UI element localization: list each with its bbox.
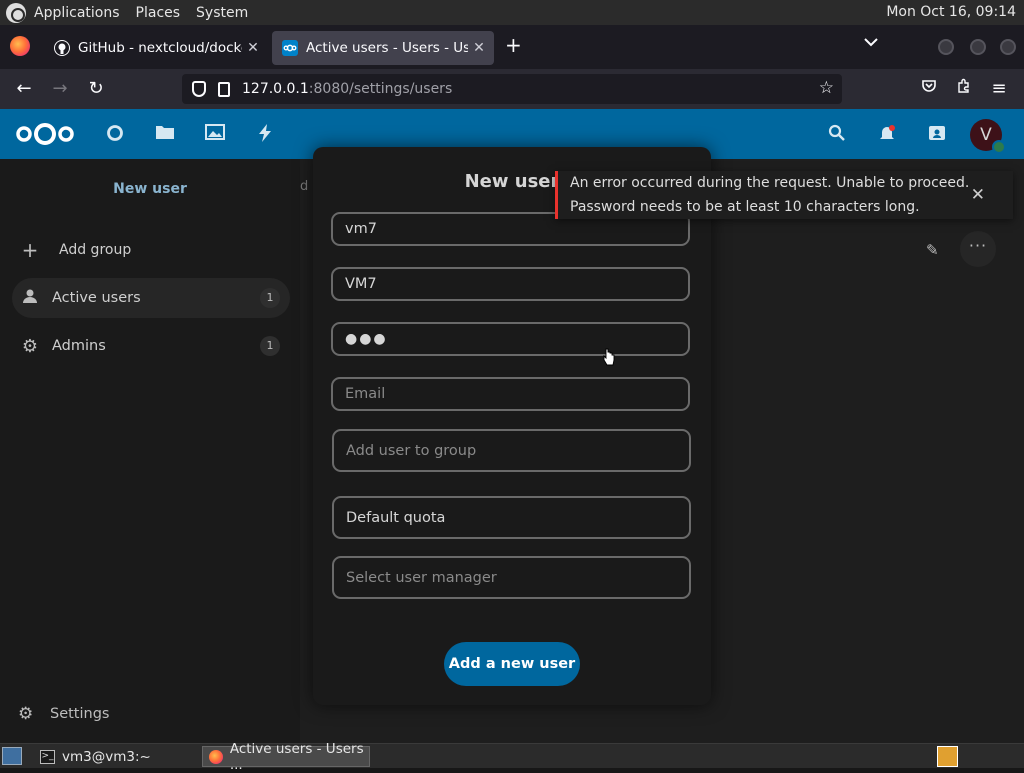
os-logo-icon[interactable] xyxy=(6,2,26,23)
forward-arrow-icon[interactable]: → xyxy=(49,78,71,99)
back-arrow-icon[interactable]: ← xyxy=(13,78,35,99)
password-field[interactable]: ●●● xyxy=(331,322,690,356)
tray-firefox-icon[interactable] xyxy=(937,746,958,767)
email-input[interactable] xyxy=(345,386,688,402)
activity-bolt-icon[interactable] xyxy=(254,124,276,147)
close-window-icon[interactable] xyxy=(1000,39,1016,55)
menu-places[interactable]: Places xyxy=(136,5,181,21)
sidebar-item-label: Active users xyxy=(52,290,141,306)
gear-icon: ⚙ xyxy=(21,335,39,357)
url-text[interactable]: 127.0.0.1:8080/settings/users xyxy=(242,81,452,97)
hand-cursor-icon xyxy=(603,348,615,366)
avatar-initial: V xyxy=(980,125,992,145)
browser-nav-bar: ← → ↻ 127.0.0.1:8080/settings/users ☆ ≡ xyxy=(0,69,1024,109)
sidebar-item-admins[interactable]: ⚙ Admins 1 xyxy=(12,326,290,366)
notifications-bell-icon[interactable] xyxy=(876,124,898,147)
tab-close-icon[interactable]: ✕ xyxy=(242,40,264,56)
taskbar-item-label: vm3@vm3:~ xyxy=(62,748,151,765)
add-group-label: Add group xyxy=(59,242,132,258)
username-input[interactable] xyxy=(345,221,688,237)
settings-label: Settings xyxy=(50,706,110,722)
toast-close-icon[interactable]: ✕ xyxy=(971,183,985,207)
new-user-dialog: New user ●●● Add user to group Default q… xyxy=(313,147,711,705)
github-icon xyxy=(54,40,70,56)
chevron-down-icon[interactable] xyxy=(864,35,878,51)
files-folder-icon[interactable] xyxy=(154,124,176,145)
dashboard-icon[interactable] xyxy=(104,124,126,147)
clock[interactable]: Mon Oct 16, 09:14 xyxy=(886,4,1016,20)
firefox-menu-icon[interactable] xyxy=(10,36,30,56)
toast-message-line-1: An error occurred during the request. Un… xyxy=(570,175,970,191)
sidebar-item-label: Admins xyxy=(52,338,106,354)
user-icon xyxy=(12,288,48,308)
tab-active-users[interactable]: Active users - Users - Users ✕ xyxy=(272,31,494,65)
show-desktop-icon[interactable] xyxy=(2,747,22,765)
new-user-button[interactable]: New user xyxy=(16,171,284,207)
search-icon[interactable] xyxy=(826,124,848,147)
page-info-icon[interactable] xyxy=(218,81,230,97)
toast-message-line-2: Password needs to be at least 10 charact… xyxy=(570,199,920,215)
url-path: :8080/settings/users xyxy=(308,81,453,97)
terminal-icon: >_ xyxy=(40,749,55,764)
gear-icon: ⚙ xyxy=(18,704,34,724)
minimize-window-icon[interactable] xyxy=(938,39,954,55)
plus-icon: + xyxy=(21,238,39,262)
system-panel: Applications Places System Mon Oct 16, 0… xyxy=(0,0,1024,25)
add-group-button[interactable]: + Add group xyxy=(12,230,290,270)
group-select-field[interactable]: Add user to group xyxy=(332,429,691,472)
nextcloud-icon xyxy=(282,40,298,56)
menu-applications[interactable]: Applications xyxy=(34,5,120,21)
column-header-peek: d xyxy=(300,179,309,194)
url-host: 127.0.0.1 xyxy=(242,81,309,97)
bookmark-star-icon[interactable]: ☆ xyxy=(819,78,834,98)
tab-title: Active users - Users - Users xyxy=(306,40,468,56)
add-new-user-button[interactable]: Add a new user xyxy=(444,642,580,686)
error-toast: An error occurred during the request. Un… xyxy=(555,171,1013,219)
firefox-icon xyxy=(209,749,223,764)
taskbar: >_ vm3@vm3:~ Active users - Users ... xyxy=(0,741,1024,773)
password-masked-value: ●●● xyxy=(345,331,388,347)
browser-tab-bar: GitHub - nextcloud/docker: ✕ Active user… xyxy=(0,25,1024,69)
address-bar[interactable]: 127.0.0.1:8080/settings/users ☆ xyxy=(182,74,842,104)
manager-select-placeholder: Select user manager xyxy=(346,569,497,586)
settings-button[interactable]: ⚙ Settings xyxy=(18,704,109,724)
new-tab-icon[interactable]: + xyxy=(505,33,522,57)
display-name-input[interactable] xyxy=(345,276,688,292)
display-name-field[interactable] xyxy=(331,267,690,301)
count-badge: 1 xyxy=(260,336,280,356)
status-online-icon xyxy=(992,140,1006,154)
edit-pencil-icon[interactable]: ✎ xyxy=(926,241,939,259)
manager-select-field[interactable]: Select user manager xyxy=(332,556,691,599)
sidebar-item-active-users[interactable]: Active users 1 xyxy=(12,278,290,318)
nextcloud-logo-icon[interactable] xyxy=(14,121,76,147)
user-avatar[interactable]: V xyxy=(970,119,1006,154)
pocket-icon[interactable] xyxy=(918,78,940,98)
tab-github[interactable]: GitHub - nextcloud/docker: ✕ xyxy=(44,31,268,65)
photos-icon[interactable] xyxy=(204,124,226,145)
hamburger-menu-icon[interactable]: ≡ xyxy=(988,78,1010,99)
menu-system[interactable]: System xyxy=(196,5,248,21)
taskbar-item-firefox[interactable]: Active users - Users ... xyxy=(202,741,370,773)
group-select-placeholder: Add user to group xyxy=(346,442,477,459)
app-navigation: New user + Add group Active users 1 ⚙ Ad… xyxy=(0,159,300,743)
quota-select-value: Default quota xyxy=(346,509,446,526)
contacts-icon[interactable] xyxy=(926,124,948,147)
reload-icon[interactable]: ↻ xyxy=(85,78,107,99)
tracking-shield-icon[interactable] xyxy=(192,81,206,97)
quota-select-field[interactable]: Default quota xyxy=(332,496,691,539)
email-field[interactable] xyxy=(331,377,690,411)
taskbar-item-terminal[interactable]: >_ vm3@vm3:~ xyxy=(34,746,198,767)
tab-title: GitHub - nextcloud/docker: xyxy=(78,40,242,56)
maximize-window-icon[interactable] xyxy=(970,39,986,55)
more-actions-icon[interactable]: ··· xyxy=(960,231,996,267)
extensions-icon[interactable] xyxy=(953,78,975,99)
tab-close-icon[interactable]: ✕ xyxy=(468,40,490,56)
count-badge: 1 xyxy=(260,288,280,308)
